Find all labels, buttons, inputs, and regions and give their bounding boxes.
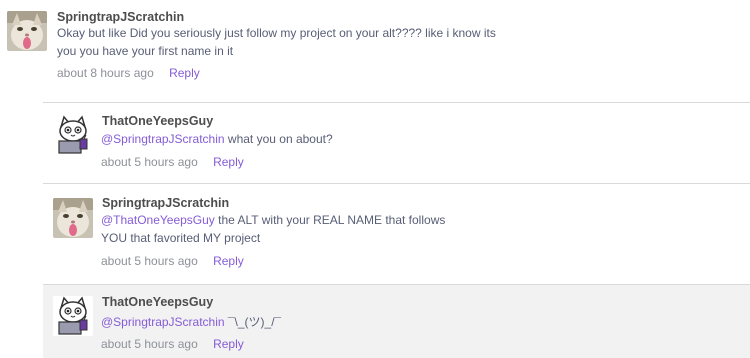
comment-text: @SpringtrapJScratchin ¯\_(ツ)_/¯ [101, 313, 281, 331]
comment-text-line2: you you have your first name in it [57, 44, 234, 58]
cartoon-cat-laptop-avatar-icon [53, 115, 93, 155]
user-avatar[interactable] [53, 296, 93, 336]
comment-item: SpringtrapJScratchin Okay but like Did y… [0, 0, 750, 100]
comment-meta: about 8 hours ago Reply [57, 66, 200, 80]
reply-button[interactable]: Reply [213, 254, 244, 268]
comment-text-line1: the ALT with your REAL NAME that follows [214, 213, 446, 227]
user-avatar[interactable] [53, 198, 93, 238]
comment-text: @SpringtrapJScratchin what you on about? [101, 130, 333, 148]
comment-meta: about 5 hours ago Reply [101, 254, 244, 268]
reply-button[interactable]: Reply [169, 66, 200, 80]
mention-link[interactable]: @SpringtrapJScratchin [101, 315, 225, 329]
user-avatar[interactable] [7, 11, 47, 51]
comment-text: Okay but like Did you seriously just fol… [57, 24, 496, 60]
comment-timestamp: about 5 hours ago [101, 155, 198, 169]
reply-item: ThatOneYeepsGuy @SpringtrapJScratchin ¯\… [0, 285, 750, 358]
cat-photo-avatar-icon [7, 11, 47, 51]
reply-button[interactable]: Reply [213, 155, 244, 169]
comment-timestamp: about 5 hours ago [101, 254, 198, 268]
comment-text-line1: Okay but like Did you seriously just fol… [57, 26, 496, 40]
comment-username[interactable]: ThatOneYeepsGuy [102, 114, 213, 128]
comment-timestamp: about 8 hours ago [57, 66, 154, 80]
comment-text-line2: YOU that favorited MY project [101, 231, 261, 245]
comment-username[interactable]: ThatOneYeepsGuy [102, 295, 213, 309]
comment-username[interactable]: SpringtrapJScratchin [57, 10, 184, 24]
comment-meta: about 5 hours ago Reply [101, 337, 244, 351]
reply-item: SpringtrapJScratchin @ThatOneYeepsGuy th… [0, 184, 750, 284]
user-avatar[interactable] [53, 115, 93, 155]
comment-text-line1: what you on about? [224, 132, 333, 146]
cartoon-cat-laptop-avatar-icon [53, 296, 93, 336]
comment-text: @ThatOneYeepsGuy the ALT with your REAL … [101, 211, 445, 247]
reply-item: ThatOneYeepsGuy @SpringtrapJScratchin wh… [0, 103, 750, 183]
cat-photo-avatar-icon [53, 198, 93, 238]
comment-username[interactable]: SpringtrapJScratchin [102, 196, 229, 210]
comment-timestamp: about 5 hours ago [101, 337, 198, 351]
comment-meta: about 5 hours ago Reply [101, 155, 244, 169]
comment-thread: SpringtrapJScratchin Okay but like Did y… [0, 0, 750, 358]
comment-text-line1: ¯\_(ツ)_/¯ [224, 315, 282, 329]
mention-link[interactable]: @ThatOneYeepsGuy [101, 213, 215, 227]
reply-button[interactable]: Reply [213, 337, 244, 351]
mention-link[interactable]: @SpringtrapJScratchin [101, 132, 225, 146]
